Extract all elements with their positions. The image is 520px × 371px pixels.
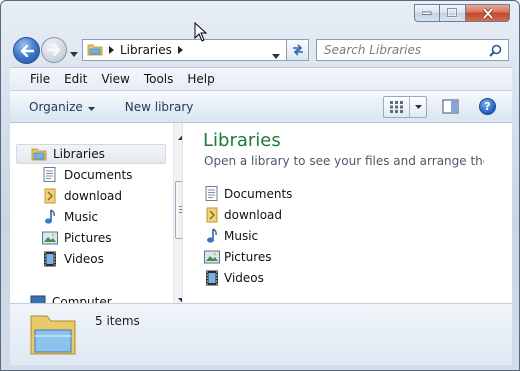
nav-item-download[interactable]: download (42, 187, 122, 205)
nav-item-label: download (64, 189, 123, 203)
breadcrumb-separator-icon[interactable] (177, 43, 183, 57)
library-item-label: Music (224, 229, 259, 243)
chevron-down-icon (87, 100, 95, 114)
organize-button[interactable]: Organize (29, 100, 95, 114)
chevron-down-icon (272, 54, 280, 59)
pictures-icon (204, 249, 220, 265)
preview-pane-icon (442, 99, 459, 114)
documents-icon (204, 186, 220, 202)
nav-item-label: Computer (52, 295, 112, 303)
views-icon[interactable] (384, 97, 410, 117)
libraries-folder-icon (87, 42, 103, 59)
library-item-label: Documents (224, 187, 293, 201)
help-button[interactable]: ? (479, 98, 496, 115)
caption-buttons (414, 4, 510, 23)
menu-edit[interactable]: Edit (57, 72, 94, 86)
nav-item-label: Music (64, 210, 99, 224)
content-pane: Libraries Open a library to see your fil… (183, 123, 512, 303)
menu-help[interactable]: Help (180, 72, 221, 86)
back-arrow-icon (20, 44, 34, 57)
item-count: 5 items (95, 314, 140, 328)
new-library-label: New library (124, 99, 194, 114)
nav-item-label: Libraries (53, 147, 105, 161)
nav-item-pictures[interactable]: Pictures (42, 229, 112, 247)
new-library-button[interactable]: New library (125, 100, 194, 114)
organize-label: Organize (29, 99, 83, 114)
nav-item-label: Videos (64, 252, 104, 266)
preview-pane-button[interactable] (442, 99, 460, 118)
videos-icon (204, 270, 220, 286)
address-history-dropdown[interactable] (272, 48, 280, 62)
mouse-cursor-icon (194, 21, 208, 45)
details-pane: 5 items (10, 303, 512, 365)
library-item-documents[interactable]: Documents (204, 185, 292, 203)
explorer-window: Libraries File Edit View Tools Help (0, 0, 520, 371)
videos-icon (42, 251, 58, 267)
nav-item-label: Pictures (64, 231, 112, 245)
nav-item-music[interactable]: Music (42, 208, 98, 226)
close-button[interactable] (466, 4, 510, 22)
computer-icon (30, 294, 46, 303)
library-subtitle: Open a library to see your files and arr… (204, 154, 484, 168)
back-button[interactable] (13, 37, 40, 64)
library-item-music[interactable]: Music (204, 227, 258, 245)
navigation-bar: Libraries (1, 31, 519, 67)
library-item-videos[interactable]: Videos (204, 269, 264, 287)
nav-item-computer[interactable]: Computer (30, 293, 112, 303)
libraries-folder-icon (31, 146, 47, 162)
nav-item-videos[interactable]: Videos (42, 250, 104, 268)
command-bar: Organize New library ? (10, 90, 512, 123)
download-folder-icon (204, 207, 220, 223)
address-bar[interactable]: Libraries (82, 39, 287, 61)
download-folder-icon (42, 188, 58, 204)
menu-view[interactable]: View (94, 72, 136, 86)
nav-pane-scrollbar[interactable] (173, 123, 182, 303)
library-item-pictures[interactable]: Pictures (204, 248, 272, 266)
maximize-icon (447, 8, 458, 18)
menu-bar: File Edit View Tools Help (10, 67, 512, 90)
close-icon (482, 7, 493, 19)
nav-item-label: Documents (64, 168, 133, 182)
library-item-label: Pictures (224, 250, 272, 264)
libraries-folder-icon (29, 310, 79, 359)
search-icon[interactable] (489, 44, 502, 60)
views-dropdown[interactable] (410, 97, 426, 117)
breadcrumb-separator-icon[interactable] (109, 43, 114, 57)
navigation-pane: Libraries Documents download Music Pictu… (10, 123, 183, 303)
library-title: Libraries (203, 130, 281, 151)
minimize-button[interactable] (414, 4, 440, 22)
recent-pages-dropdown[interactable] (70, 46, 78, 60)
menu-tools[interactable]: Tools (137, 72, 181, 86)
menu-file[interactable]: File (23, 72, 57, 86)
library-item-label: Videos (224, 271, 264, 285)
chevron-down-icon (414, 105, 422, 109)
help-icon: ? (484, 100, 491, 113)
library-item-download[interactable]: download (204, 206, 282, 224)
documents-icon (42, 167, 58, 183)
breadcrumb-libraries[interactable]: Libraries (120, 43, 172, 57)
search-box (316, 39, 509, 61)
nav-item-documents[interactable]: Documents (42, 166, 132, 184)
change-view-button[interactable] (383, 96, 427, 118)
scrollbar-thumb[interactable] (175, 181, 182, 239)
pictures-icon (42, 230, 58, 246)
refresh-icon (292, 44, 303, 56)
refresh-button[interactable] (287, 39, 309, 61)
minimize-icon (422, 11, 432, 15)
forward-arrow-icon (47, 44, 61, 56)
music-icon (42, 209, 58, 225)
maximize-button[interactable] (440, 4, 466, 22)
music-icon (204, 228, 220, 244)
nav-item-libraries[interactable]: Libraries (16, 144, 166, 164)
search-input[interactable] (324, 41, 489, 59)
library-item-label: download (224, 208, 283, 222)
forward-button[interactable] (41, 37, 67, 63)
chevron-down-icon (70, 52, 78, 57)
